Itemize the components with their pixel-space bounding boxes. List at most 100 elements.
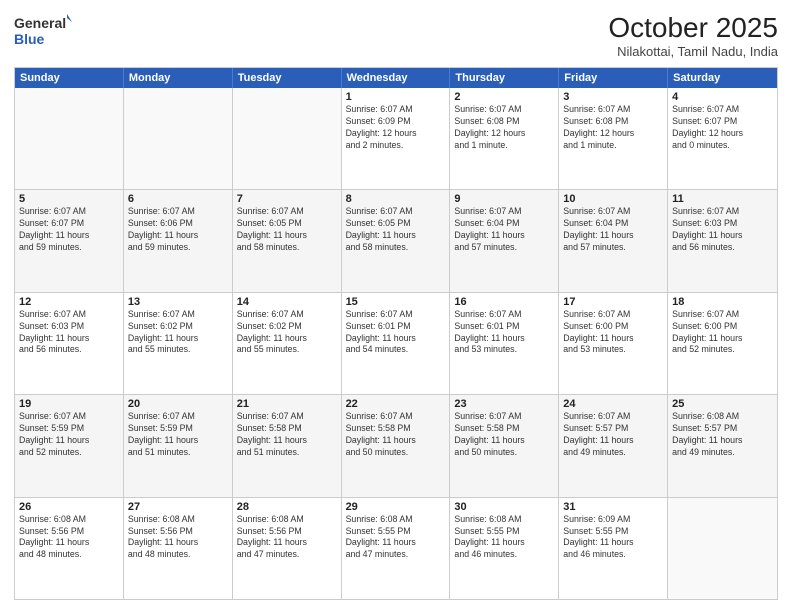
day-20: 20Sunrise: 6:07 AM Sunset: 5:59 PM Dayli… (124, 395, 233, 496)
week-row-4: 19Sunrise: 6:07 AM Sunset: 5:59 PM Dayli… (15, 395, 777, 497)
day-number-4: 4 (672, 91, 773, 103)
logo: General Blue (14, 12, 74, 48)
day-info-28: Sunrise: 6:08 AM Sunset: 5:56 PM Dayligh… (237, 514, 337, 562)
day-info-25: Sunrise: 6:08 AM Sunset: 5:57 PM Dayligh… (672, 411, 773, 459)
day-info-10: Sunrise: 6:07 AM Sunset: 6:04 PM Dayligh… (563, 206, 663, 254)
day-number-9: 9 (454, 193, 554, 205)
day-number-21: 21 (237, 398, 337, 410)
day-number-5: 5 (19, 193, 119, 205)
day-24: 24Sunrise: 6:07 AM Sunset: 5:57 PM Dayli… (559, 395, 668, 496)
header-sunday: Sunday (15, 68, 124, 88)
logo-svg: General Blue (14, 12, 74, 48)
header-saturday: Saturday (668, 68, 777, 88)
day-info-26: Sunrise: 6:08 AM Sunset: 5:56 PM Dayligh… (19, 514, 119, 562)
day-12: 12Sunrise: 6:07 AM Sunset: 6:03 PM Dayli… (15, 293, 124, 394)
week-row-3: 12Sunrise: 6:07 AM Sunset: 6:03 PM Dayli… (15, 293, 777, 395)
day-1: 1Sunrise: 6:07 AM Sunset: 6:09 PM Daylig… (342, 88, 451, 189)
day-number-8: 8 (346, 193, 446, 205)
month-title: October 2025 (608, 12, 778, 44)
week-row-5: 26Sunrise: 6:08 AM Sunset: 5:56 PM Dayli… (15, 498, 777, 599)
empty-cell-0-0 (15, 88, 124, 189)
day-number-6: 6 (128, 193, 228, 205)
day-info-16: Sunrise: 6:07 AM Sunset: 6:01 PM Dayligh… (454, 309, 554, 357)
week-row-2: 5Sunrise: 6:07 AM Sunset: 6:07 PM Daylig… (15, 190, 777, 292)
day-number-1: 1 (346, 91, 446, 103)
day-23: 23Sunrise: 6:07 AM Sunset: 5:58 PM Dayli… (450, 395, 559, 496)
day-3: 3Sunrise: 6:07 AM Sunset: 6:08 PM Daylig… (559, 88, 668, 189)
day-28: 28Sunrise: 6:08 AM Sunset: 5:56 PM Dayli… (233, 498, 342, 599)
week-row-1: 1Sunrise: 6:07 AM Sunset: 6:09 PM Daylig… (15, 88, 777, 190)
day-14: 14Sunrise: 6:07 AM Sunset: 6:02 PM Dayli… (233, 293, 342, 394)
day-number-29: 29 (346, 501, 446, 513)
calendar-page: General Blue October 2025 Nilakottai, Ta… (0, 0, 792, 612)
day-26: 26Sunrise: 6:08 AM Sunset: 5:56 PM Dayli… (15, 498, 124, 599)
day-info-2: Sunrise: 6:07 AM Sunset: 6:08 PM Dayligh… (454, 104, 554, 152)
day-info-23: Sunrise: 6:07 AM Sunset: 5:58 PM Dayligh… (454, 411, 554, 459)
day-info-21: Sunrise: 6:07 AM Sunset: 5:58 PM Dayligh… (237, 411, 337, 459)
day-18: 18Sunrise: 6:07 AM Sunset: 6:00 PM Dayli… (668, 293, 777, 394)
day-number-30: 30 (454, 501, 554, 513)
header-wednesday: Wednesday (342, 68, 451, 88)
day-number-16: 16 (454, 296, 554, 308)
empty-cell-4-6 (668, 498, 777, 599)
day-number-27: 27 (128, 501, 228, 513)
day-27: 27Sunrise: 6:08 AM Sunset: 5:56 PM Dayli… (124, 498, 233, 599)
day-30: 30Sunrise: 6:08 AM Sunset: 5:55 PM Dayli… (450, 498, 559, 599)
calendar-header: SundayMondayTuesdayWednesdayThursdayFrid… (15, 68, 777, 88)
location: Nilakottai, Tamil Nadu, India (608, 44, 778, 59)
day-13: 13Sunrise: 6:07 AM Sunset: 6:02 PM Dayli… (124, 293, 233, 394)
day-25: 25Sunrise: 6:08 AM Sunset: 5:57 PM Dayli… (668, 395, 777, 496)
day-number-18: 18 (672, 296, 773, 308)
header-tuesday: Tuesday (233, 68, 342, 88)
day-info-24: Sunrise: 6:07 AM Sunset: 5:57 PM Dayligh… (563, 411, 663, 459)
day-info-13: Sunrise: 6:07 AM Sunset: 6:02 PM Dayligh… (128, 309, 228, 357)
svg-text:Blue: Blue (14, 31, 45, 47)
day-number-26: 26 (19, 501, 119, 513)
svg-text:General: General (14, 15, 66, 31)
day-number-12: 12 (19, 296, 119, 308)
day-19: 19Sunrise: 6:07 AM Sunset: 5:59 PM Dayli… (15, 395, 124, 496)
day-number-22: 22 (346, 398, 446, 410)
day-6: 6Sunrise: 6:07 AM Sunset: 6:06 PM Daylig… (124, 190, 233, 291)
day-info-15: Sunrise: 6:07 AM Sunset: 6:01 PM Dayligh… (346, 309, 446, 357)
day-number-31: 31 (563, 501, 663, 513)
calendar: SundayMondayTuesdayWednesdayThursdayFrid… (14, 67, 778, 600)
title-block: October 2025 Nilakottai, Tamil Nadu, Ind… (608, 12, 778, 59)
empty-cell-0-2 (233, 88, 342, 189)
day-info-17: Sunrise: 6:07 AM Sunset: 6:00 PM Dayligh… (563, 309, 663, 357)
day-info-5: Sunrise: 6:07 AM Sunset: 6:07 PM Dayligh… (19, 206, 119, 254)
day-info-3: Sunrise: 6:07 AM Sunset: 6:08 PM Dayligh… (563, 104, 663, 152)
day-info-29: Sunrise: 6:08 AM Sunset: 5:55 PM Dayligh… (346, 514, 446, 562)
day-number-17: 17 (563, 296, 663, 308)
day-5: 5Sunrise: 6:07 AM Sunset: 6:07 PM Daylig… (15, 190, 124, 291)
day-number-7: 7 (237, 193, 337, 205)
day-info-8: Sunrise: 6:07 AM Sunset: 6:05 PM Dayligh… (346, 206, 446, 254)
day-15: 15Sunrise: 6:07 AM Sunset: 6:01 PM Dayli… (342, 293, 451, 394)
day-4: 4Sunrise: 6:07 AM Sunset: 6:07 PM Daylig… (668, 88, 777, 189)
day-21: 21Sunrise: 6:07 AM Sunset: 5:58 PM Dayli… (233, 395, 342, 496)
day-info-19: Sunrise: 6:07 AM Sunset: 5:59 PM Dayligh… (19, 411, 119, 459)
day-number-3: 3 (563, 91, 663, 103)
day-16: 16Sunrise: 6:07 AM Sunset: 6:01 PM Dayli… (450, 293, 559, 394)
day-8: 8Sunrise: 6:07 AM Sunset: 6:05 PM Daylig… (342, 190, 451, 291)
header-friday: Friday (559, 68, 668, 88)
day-number-20: 20 (128, 398, 228, 410)
day-number-25: 25 (672, 398, 773, 410)
day-29: 29Sunrise: 6:08 AM Sunset: 5:55 PM Dayli… (342, 498, 451, 599)
day-number-24: 24 (563, 398, 663, 410)
day-17: 17Sunrise: 6:07 AM Sunset: 6:00 PM Dayli… (559, 293, 668, 394)
day-info-18: Sunrise: 6:07 AM Sunset: 6:00 PM Dayligh… (672, 309, 773, 357)
day-number-2: 2 (454, 91, 554, 103)
day-number-10: 10 (563, 193, 663, 205)
calendar-body: 1Sunrise: 6:07 AM Sunset: 6:09 PM Daylig… (15, 88, 777, 599)
day-info-14: Sunrise: 6:07 AM Sunset: 6:02 PM Dayligh… (237, 309, 337, 357)
day-info-12: Sunrise: 6:07 AM Sunset: 6:03 PM Dayligh… (19, 309, 119, 357)
day-number-19: 19 (19, 398, 119, 410)
day-info-9: Sunrise: 6:07 AM Sunset: 6:04 PM Dayligh… (454, 206, 554, 254)
empty-cell-0-1 (124, 88, 233, 189)
day-info-27: Sunrise: 6:08 AM Sunset: 5:56 PM Dayligh… (128, 514, 228, 562)
header-monday: Monday (124, 68, 233, 88)
day-7: 7Sunrise: 6:07 AM Sunset: 6:05 PM Daylig… (233, 190, 342, 291)
day-2: 2Sunrise: 6:07 AM Sunset: 6:08 PM Daylig… (450, 88, 559, 189)
day-11: 11Sunrise: 6:07 AM Sunset: 6:03 PM Dayli… (668, 190, 777, 291)
